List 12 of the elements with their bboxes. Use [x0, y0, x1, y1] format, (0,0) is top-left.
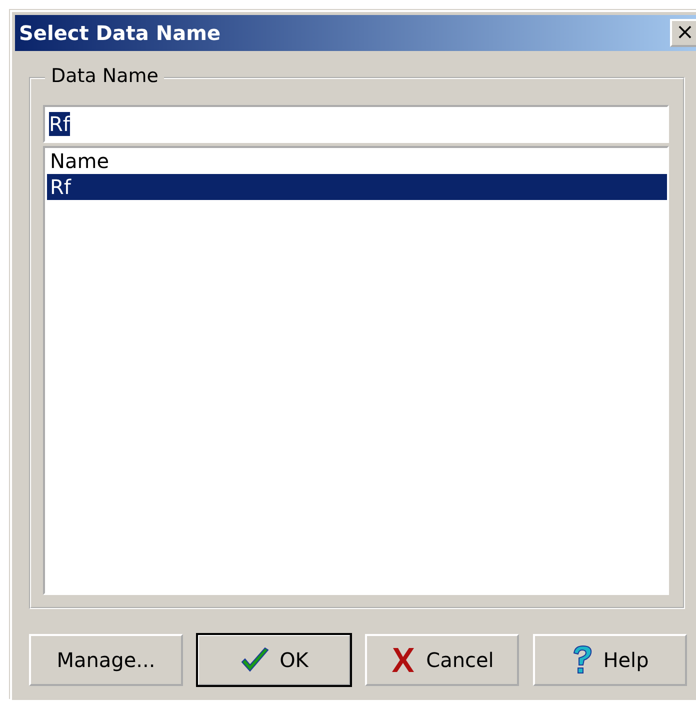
help-button[interactable]: Help	[533, 634, 687, 686]
list-item[interactable]: Rf	[47, 174, 667, 200]
manage-button[interactable]: Manage...	[29, 634, 183, 686]
window-title: Select Data Name	[19, 21, 221, 45]
x-icon	[390, 646, 416, 674]
cancel-button[interactable]: Cancel	[365, 634, 519, 686]
list-item[interactable]: Name	[47, 148, 667, 174]
question-mark-icon	[571, 645, 594, 675]
close-button[interactable]: ×	[670, 19, 696, 47]
input-field[interactable]: Rf	[43, 105, 669, 143]
ok-button[interactable]: OK	[197, 634, 351, 686]
checkmark-icon	[240, 647, 270, 673]
